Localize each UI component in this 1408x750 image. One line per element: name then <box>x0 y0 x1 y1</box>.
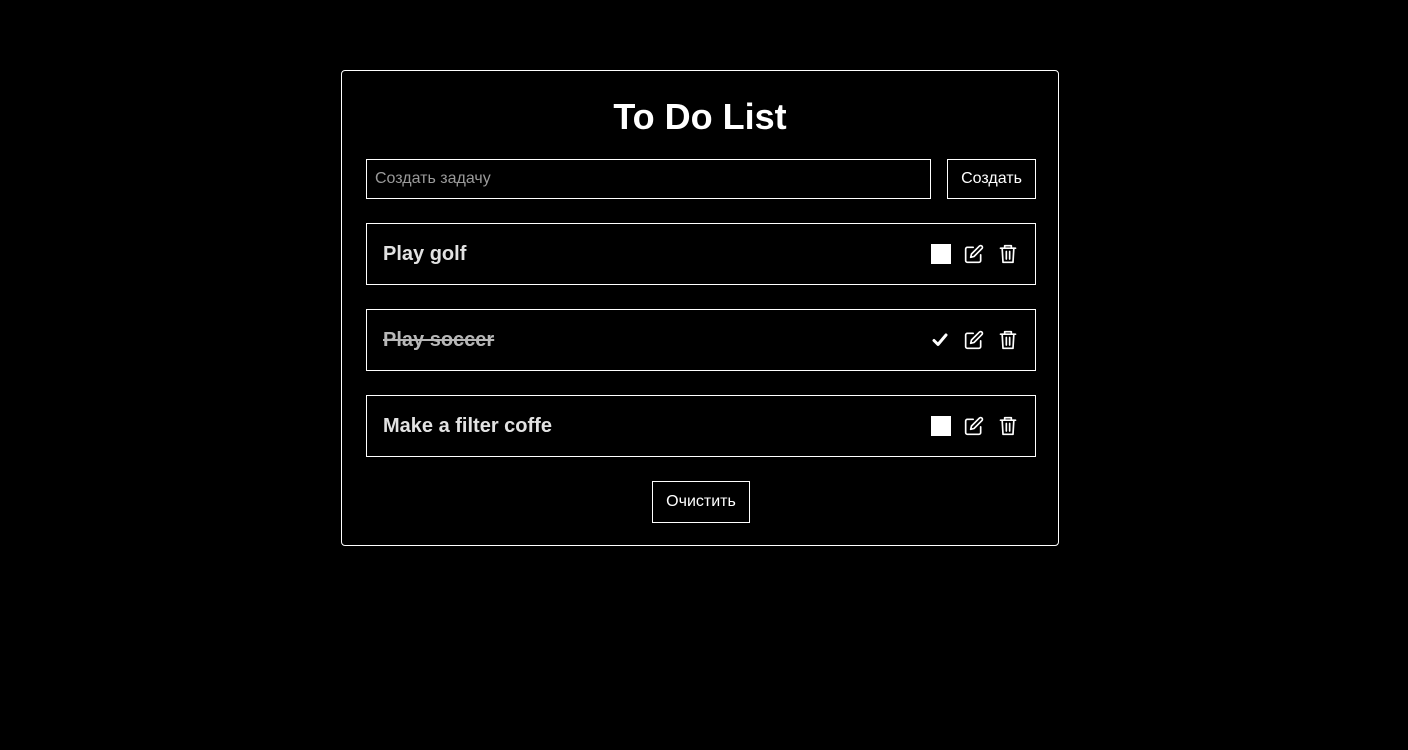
task-text: Play golf <box>383 243 467 265</box>
task-text: Play soccer <box>383 329 495 351</box>
checkmark-icon[interactable] <box>929 329 951 351</box>
task-item: Play golf <box>366 223 1036 285</box>
todo-card: To Do List Создать Play golf <box>341 70 1059 546</box>
edit-icon[interactable] <box>963 243 985 265</box>
page-title: To Do List <box>613 96 787 137</box>
trash-icon[interactable] <box>997 329 1019 351</box>
clear-button[interactable]: Очистить <box>652 481 750 523</box>
edit-icon[interactable] <box>963 329 985 351</box>
task-item: Make a filter coffe <box>366 395 1036 457</box>
task-item: Play soccer <box>366 309 1036 371</box>
create-button[interactable]: Создать <box>947 159 1036 199</box>
checkbox-icon[interactable] <box>931 244 951 264</box>
checkbox-icon[interactable] <box>931 416 951 436</box>
trash-icon[interactable] <box>997 415 1019 437</box>
edit-icon[interactable] <box>963 415 985 437</box>
task-text: Make a filter coffe <box>383 415 552 437</box>
trash-icon[interactable] <box>997 243 1019 265</box>
task-actions <box>929 329 1019 351</box>
task-actions <box>931 243 1019 265</box>
new-task-input[interactable] <box>366 159 931 199</box>
task-actions <box>931 415 1019 437</box>
